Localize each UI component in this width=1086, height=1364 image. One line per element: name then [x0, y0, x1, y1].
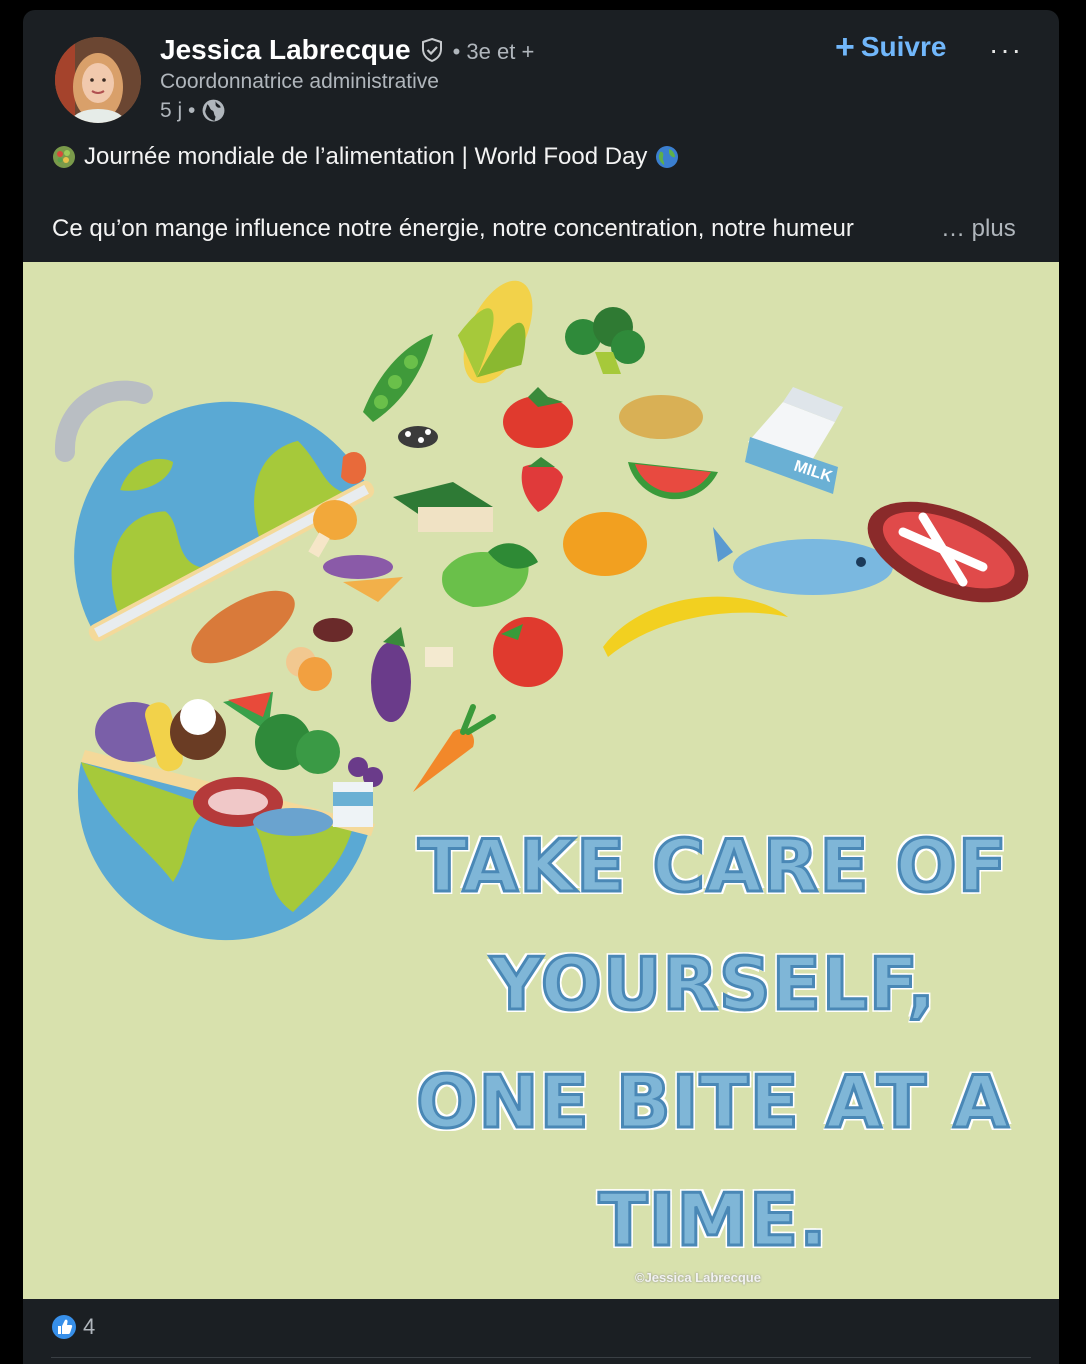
reactions-count: 4: [83, 1314, 96, 1339]
like-reaction-icon: [52, 1315, 76, 1339]
follow-button[interactable]: + Suivre: [835, 30, 946, 64]
plus-icon: +: [835, 28, 855, 66]
divider: [51, 1357, 1031, 1358]
image-watermark: ©Jessica Labrecque: [635, 1270, 761, 1285]
salad-emoji-icon: [53, 146, 75, 168]
post-card: Jessica Labrecque • 3e et + Coordonnatri…: [23, 10, 1059, 1364]
post-headline: Journée mondiale de l’alimentation | Wor…: [52, 143, 679, 171]
milk-carton: MILK: [745, 387, 843, 494]
post-image[interactable]: MILK TAKE CARE OF YOURSELF, ONE BITE AT …: [23, 262, 1059, 1299]
slogan-line: TIME.: [597, 1177, 828, 1264]
see-more-link[interactable]: … plus: [941, 215, 1016, 243]
follow-label: Suivre: [860, 31, 947, 62]
globe-icon: [202, 99, 225, 122]
post-time-row: 5 j •: [160, 98, 226, 123]
more-options-icon[interactable]: ···: [989, 34, 1023, 66]
slogan-line: ONE BITE AT A: [415, 1059, 1011, 1146]
slogan: TAKE CARE OF YOURSELF, ONE BITE AT A TIM…: [393, 807, 1033, 1279]
avatar[interactable]: [55, 37, 141, 123]
globe-bowl: [77, 692, 383, 941]
verified-shield-icon: [421, 37, 442, 63]
author-name[interactable]: Jessica Labrecque: [160, 34, 411, 66]
connection-degree: • 3e et +: [452, 39, 535, 64]
slogan-line: TAKE CARE OF: [417, 823, 1009, 910]
author-title: Coordonnatrice administrative: [160, 70, 439, 93]
slogan-line: YOURSELF,: [489, 941, 937, 1028]
post-body-text: Ce qu’on mange influence notre énergie, …: [52, 215, 854, 242]
earth-emoji-icon: [656, 146, 679, 168]
post-headline-text: Journée mondiale de l’alimentation | Wor…: [84, 143, 648, 170]
globe-lid: [74, 401, 375, 642]
post-time: 5 j •: [160, 98, 196, 122]
author-name-row: Jessica Labrecque • 3e et +: [160, 34, 534, 66]
reactions-summary[interactable]: 4: [51, 1314, 95, 1340]
fish: [713, 527, 893, 595]
